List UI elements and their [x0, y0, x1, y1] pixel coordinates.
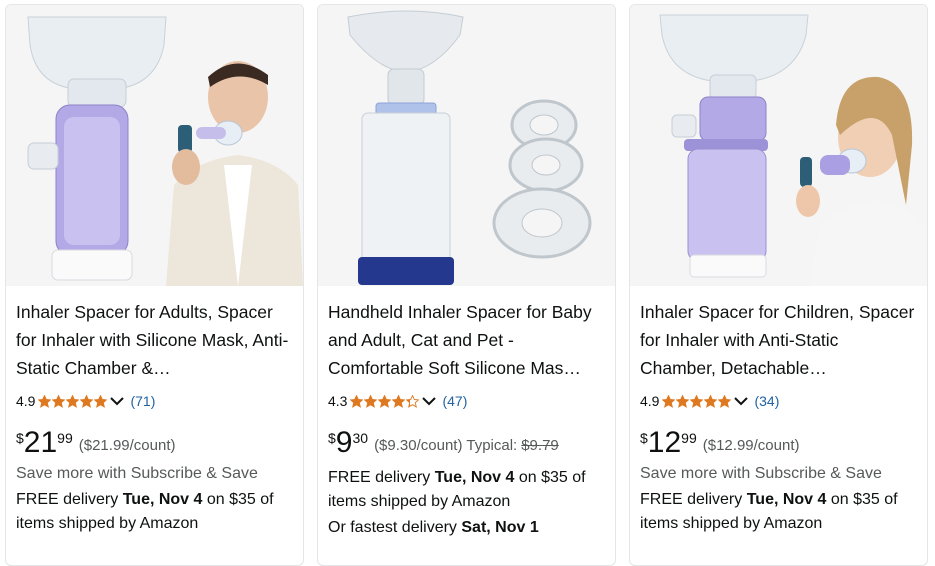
- chevron-down-icon[interactable]: [422, 396, 437, 406]
- price-row: $ 9 30 ($9.30/count) Typical: $9.79: [328, 426, 607, 458]
- unit-price: ($21.99/count): [78, 437, 176, 454]
- price-symbol: $: [640, 430, 648, 446]
- review-count-link[interactable]: (47): [442, 393, 467, 409]
- star-icon: [80, 394, 94, 408]
- product-card[interactable]: Inhaler Spacer for Children, Spacer for …: [629, 4, 928, 566]
- star-rating[interactable]: [662, 394, 732, 408]
- chevron-down-icon[interactable]: [734, 396, 749, 406]
- delivery-prefix: FREE delivery: [328, 469, 435, 486]
- fastest-delivery-info: Or fastest delivery Sat, Nov 1: [328, 516, 607, 540]
- delivery-date: Tue, Nov 4: [746, 491, 827, 508]
- price-symbol: $: [328, 430, 336, 446]
- star-icon: [406, 394, 420, 408]
- delivery-prefix: FREE delivery: [16, 491, 123, 508]
- delivery-date: Tue, Nov 4: [434, 469, 515, 486]
- unit-price-value: ($9.30/count): [374, 437, 463, 454]
- product-image[interactable]: [6, 5, 303, 286]
- star-icon: [676, 394, 690, 408]
- delivery-info: FREE delivery Tue, Nov 4 on $35 of items…: [16, 488, 295, 536]
- star-icon: [350, 394, 364, 408]
- inhaler-spacer-child-image: [630, 5, 927, 286]
- fast-prefix: Or fastest delivery: [328, 519, 462, 536]
- rating-value: 4.3: [328, 393, 348, 409]
- chevron-down-icon[interactable]: [110, 396, 125, 406]
- star-icon: [94, 394, 108, 408]
- star-icon: [718, 394, 732, 408]
- inhaler-spacer-handheld-image: [318, 5, 615, 286]
- star-rating[interactable]: [350, 394, 420, 408]
- product-title[interactable]: Handheld Inhaler Spacer for Baby and Adu…: [328, 298, 607, 382]
- review-count-link[interactable]: (34): [754, 393, 779, 409]
- delivery-info: FREE delivery Tue, Nov 4 on $35 of items…: [328, 466, 607, 514]
- price[interactable]: $ 12 99: [640, 428, 697, 458]
- star-icon: [378, 394, 392, 408]
- subscribe-save-text: Save more with Subscribe & Save: [16, 465, 258, 482]
- price-row: $ 21 99 ($21.99/count): [16, 426, 295, 458]
- product-image[interactable]: [630, 5, 927, 286]
- rating-row: 4.9 (34): [640, 390, 919, 412]
- rating-value: 4.9: [16, 393, 36, 409]
- price-fraction: 99: [681, 430, 697, 446]
- star-icon: [52, 394, 66, 408]
- review-count-link[interactable]: (71): [130, 393, 155, 409]
- inhaler-spacer-adult-image: [6, 5, 303, 286]
- product-card[interactable]: Handheld Inhaler Spacer for Baby and Adu…: [317, 4, 616, 566]
- price-whole: 12: [647, 426, 682, 459]
- unit-price: ($9.30/count) Typical: $9.79: [374, 436, 559, 458]
- star-icon: [66, 394, 80, 408]
- product-grid: Inhaler Spacer for Adults, Spacer for In…: [0, 0, 935, 566]
- rating-row: 4.9 (71): [16, 390, 295, 412]
- unit-price: ($12.99/count): [702, 437, 800, 454]
- rating-value: 4.9: [640, 393, 660, 409]
- delivery-prefix: FREE delivery: [640, 491, 747, 508]
- product-title[interactable]: Inhaler Spacer for Children, Spacer for …: [640, 298, 919, 382]
- price-whole: 9: [335, 426, 353, 459]
- star-icon: [690, 394, 704, 408]
- price-fraction: 30: [352, 430, 369, 446]
- product-card[interactable]: Inhaler Spacer for Adults, Spacer for In…: [5, 4, 304, 566]
- delivery-info: FREE delivery Tue, Nov 4 on $35 of items…: [640, 488, 919, 536]
- price-whole: 21: [23, 426, 58, 459]
- star-rating[interactable]: [38, 394, 108, 408]
- price-fraction: 99: [57, 430, 73, 446]
- star-icon: [662, 394, 676, 408]
- star-icon: [38, 394, 52, 408]
- star-icon: [392, 394, 406, 408]
- price-row: $ 12 99 ($12.99/count): [640, 426, 919, 458]
- subscribe-save-text: Save more with Subscribe & Save: [640, 465, 882, 482]
- price[interactable]: $ 21 99: [16, 428, 73, 458]
- rating-row: 4.3 (47): [328, 390, 607, 412]
- fast-date: Sat, Nov 1: [461, 519, 539, 536]
- product-title[interactable]: Inhaler Spacer for Adults, Spacer for In…: [16, 298, 295, 382]
- price-symbol: $: [16, 430, 24, 446]
- product-image[interactable]: [318, 5, 615, 286]
- typical-label: Typical:: [466, 437, 518, 454]
- star-icon: [364, 394, 378, 408]
- star-icon: [704, 394, 718, 408]
- typical-price: $9.79: [521, 437, 559, 454]
- delivery-date: Tue, Nov 4: [122, 491, 203, 508]
- price[interactable]: $ 9 30: [328, 428, 368, 458]
